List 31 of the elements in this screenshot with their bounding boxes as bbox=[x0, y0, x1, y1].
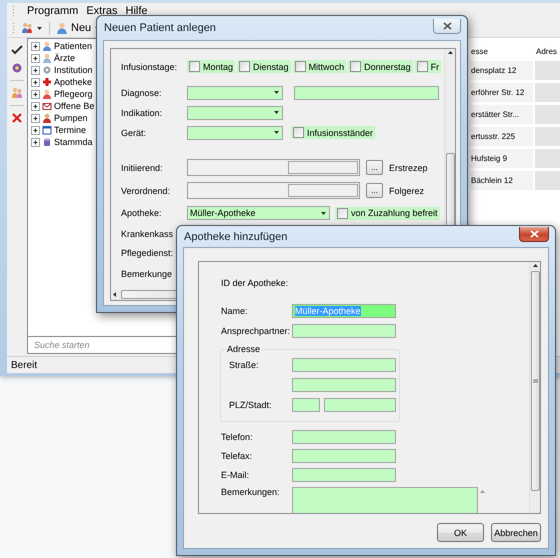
field-label: Bemerkungen: bbox=[221, 487, 281, 499]
field-label: Name: bbox=[221, 306, 249, 316]
window-title: Neuen Patient anlegen bbox=[103, 22, 216, 34]
table-cell: ertusstr. 225 bbox=[470, 127, 533, 146]
field-label: ID der Apotheke: bbox=[221, 278, 290, 288]
field-label: Telefax: bbox=[221, 451, 254, 461]
field-label: Infusionstage: bbox=[121, 62, 178, 72]
table-cell: erstätter Str... bbox=[470, 105, 533, 124]
field-label: Krankenkass bbox=[121, 229, 174, 239]
field-label: Folgerez bbox=[389, 186, 424, 196]
field-label: Diagnose: bbox=[121, 88, 163, 98]
field-label: Indikation: bbox=[121, 108, 164, 118]
table-cell: Bächlein 12 bbox=[470, 171, 533, 190]
field-label: Gerät: bbox=[121, 128, 148, 138]
window-title: Apotheke hinzufügen bbox=[183, 230, 288, 242]
field-label: Pflegedienst: bbox=[121, 248, 174, 258]
field-label: Apotheke: bbox=[121, 208, 163, 218]
table-cell: erföhrer Str. 12 bbox=[470, 83, 533, 102]
field-label: Straße: bbox=[229, 360, 260, 370]
field-label: Ansprechpartner: bbox=[221, 326, 292, 336]
field-label: PLZ/Stadt: bbox=[229, 400, 273, 410]
field-label: E-Mail: bbox=[221, 470, 250, 480]
field-label: Telefon: bbox=[221, 432, 254, 442]
table-cell: Hufsteig 9 bbox=[470, 149, 533, 168]
status-text: Bereit bbox=[10, 360, 38, 370]
field-label: Initiierend: bbox=[121, 162, 164, 172]
field-label: Verordnend: bbox=[121, 186, 172, 196]
field-label: Bemerkunge bbox=[121, 269, 174, 279]
group-label: Adresse bbox=[226, 344, 262, 354]
table-cell: densplatz 12 bbox=[470, 61, 533, 80]
field-label: Erstrezep bbox=[389, 162, 428, 172]
